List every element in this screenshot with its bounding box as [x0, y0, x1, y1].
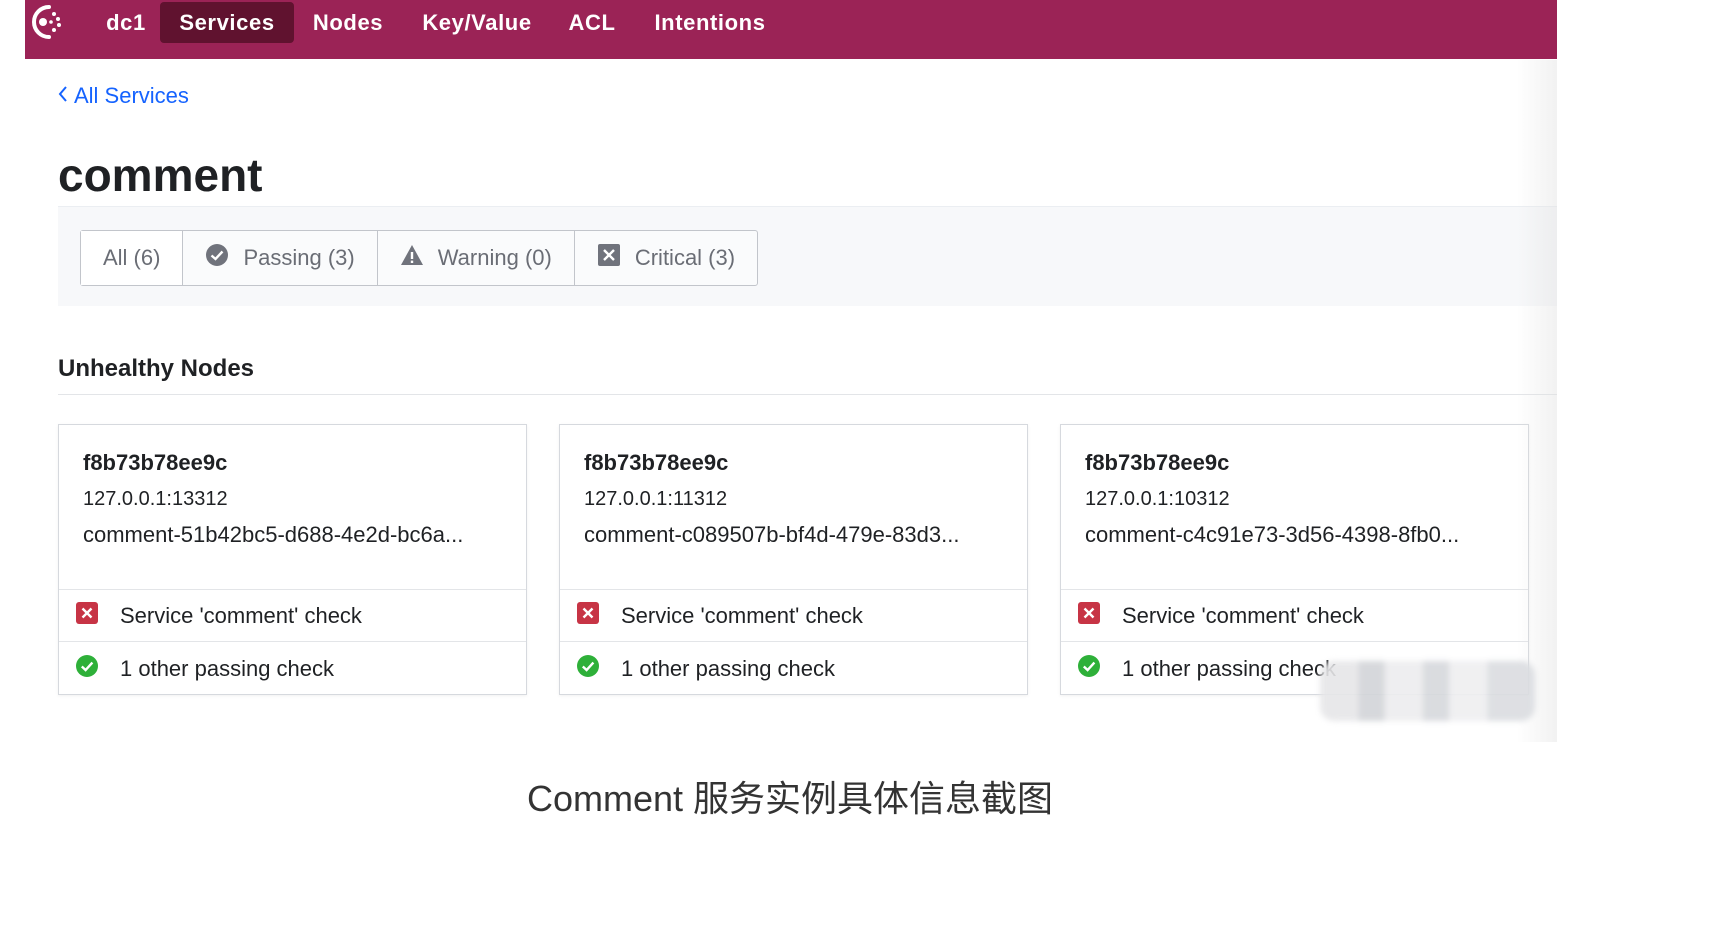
critical-x-icon [577, 601, 599, 630]
passing-check-label: 1 other passing check [1122, 655, 1337, 681]
breadcrumb[interactable]: All Services [58, 82, 189, 110]
blurred-watermark [1320, 661, 1535, 721]
section-title-unhealthy-nodes: Unhealthy Nodes [58, 355, 255, 382]
critical-x-icon [1078, 601, 1100, 630]
edge-shadow [1517, 60, 1557, 742]
nav-intentions[interactable]: Intentions [642, 2, 778, 43]
filter-warning-label: Warning (0) [437, 245, 552, 270]
datacenter-selector[interactable]: dc1 [91, 2, 161, 43]
node-card[interactable]: f8b73b78ee9c 127.0.0.1:10312 comment-c4c… [1060, 424, 1529, 695]
health-filter-bar: All (6) Passing (3) Warning (0) Critical… [58, 206, 1557, 306]
filter-all[interactable]: All (6) [81, 231, 183, 285]
node-address: 127.0.0.1:13312 [83, 488, 228, 510]
service-instance-id: comment-51b42bc5-d688-4e2d-bc6a... [83, 522, 464, 547]
node-name: f8b73b78ee9c [1085, 450, 1230, 475]
failing-check-row[interactable]: Service 'comment' check [59, 590, 526, 641]
page-title: comment [58, 149, 263, 201]
top-navigation: dc1 Services Nodes Key/Value ACL Intenti… [25, 0, 1557, 59]
nav-key-value[interactable]: Key/Value [409, 2, 545, 43]
nav-acl[interactable]: ACL [559, 2, 625, 43]
passing-check-row[interactable]: 1 other passing check [560, 641, 1027, 695]
nav-services[interactable]: Services [160, 2, 294, 43]
critical-x-icon [76, 601, 98, 630]
failing-check-label: Service 'comment' check [1122, 602, 1364, 628]
node-name: f8b73b78ee9c [584, 450, 729, 475]
passing-check-icon [76, 654, 98, 683]
breadcrumb-all-services[interactable]: All Services [74, 83, 189, 109]
passing-check-icon [577, 654, 599, 683]
x-square-icon [597, 243, 621, 273]
failing-check-label: Service 'comment' check [621, 602, 863, 628]
failing-check-row[interactable]: Service 'comment' check [1061, 590, 1528, 641]
filter-warning[interactable]: Warning (0) [376, 231, 574, 285]
nav-nodes[interactable]: Nodes [301, 2, 395, 43]
filter-critical[interactable]: Critical (3) [573, 231, 757, 285]
section-divider [58, 394, 1557, 395]
filter-passing-label: Passing (3) [243, 245, 355, 270]
consul-logo-icon[interactable] [25, 2, 65, 42]
node-card-header: f8b73b78ee9c 127.0.0.1:13312 comment-51b… [59, 425, 526, 590]
check-circle-icon [205, 243, 229, 273]
passing-check-row[interactable]: 1 other passing check [59, 641, 526, 695]
passing-check-label: 1 other passing check [621, 655, 836, 681]
filter-critical-label: Critical (3) [634, 245, 736, 270]
node-name: f8b73b78ee9c [83, 450, 228, 475]
passing-check-icon [1078, 654, 1100, 683]
failing-check-label: Service 'comment' check [120, 602, 362, 628]
health-filter-group: All (6) Passing (3) Warning (0) Critical… [80, 230, 759, 286]
filter-passing[interactable]: Passing (3) [182, 231, 376, 285]
figure-caption: Comment 服务实例具体信息截图 [526, 778, 1054, 819]
node-card[interactable]: f8b73b78ee9c 127.0.0.1:13312 comment-51b… [58, 424, 527, 695]
service-instance-id: comment-c089507b-bf4d-479e-83d3... [584, 522, 960, 547]
warning-triangle-icon [400, 243, 424, 273]
chevron-left-icon [58, 83, 68, 109]
passing-check-label: 1 other passing check [120, 655, 335, 681]
consul-ui: dc1 Services Nodes Key/Value ACL Intenti… [25, 0, 1557, 742]
failing-check-row[interactable]: Service 'comment' check [560, 590, 1027, 641]
node-card[interactable]: f8b73b78ee9c 127.0.0.1:11312 comment-c08… [559, 424, 1028, 695]
node-address: 127.0.0.1:11312 [584, 488, 728, 510]
node-card-header: f8b73b78ee9c 127.0.0.1:10312 comment-c4c… [1061, 425, 1528, 590]
service-instance-id: comment-c4c91e73-3d56-4398-8fb0... [1085, 522, 1460, 547]
node-address: 127.0.0.1:10312 [1085, 488, 1230, 510]
filter-all-label: All (6) [103, 245, 161, 270]
node-card-header: f8b73b78ee9c 127.0.0.1:11312 comment-c08… [560, 425, 1027, 590]
